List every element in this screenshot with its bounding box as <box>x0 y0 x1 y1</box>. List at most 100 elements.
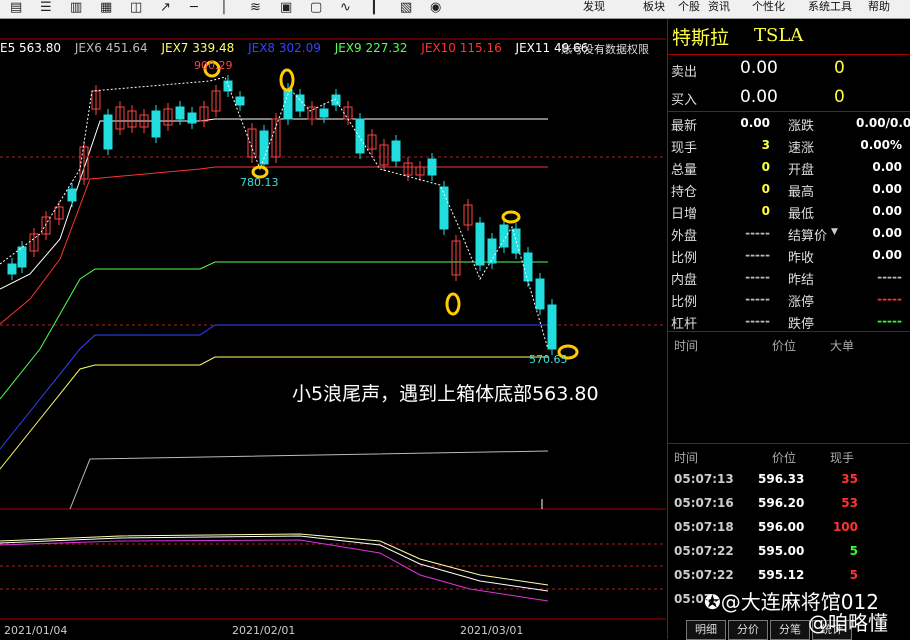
quote-right-label: 昨结 <box>788 273 815 288</box>
chart-icon[interactable]: ◫ <box>130 0 142 16</box>
menu-stock[interactable]: 个股 <box>678 0 700 14</box>
quote-right-label: 最低 <box>788 207 815 222</box>
quote-right-value: 0.00 <box>872 204 902 218</box>
weibo-icon: ✪ <box>704 590 721 614</box>
document-icon[interactable]: ▤ <box>10 0 22 16</box>
trade-price: 595.12 <box>758 568 805 582</box>
trades-head-price: 价位 <box>772 451 797 465</box>
candlestick-chart[interactable] <box>0 19 666 639</box>
tab-price-distribution[interactable]: 分价 <box>728 620 768 640</box>
buy-label: 买入 <box>671 93 698 108</box>
quote-right-label: 开盘 <box>788 163 815 178</box>
band-line-jex6 <box>69 450 549 510</box>
detail-head-time: 时间 <box>674 339 699 353</box>
zigzag-icon[interactable]: ≋ <box>250 0 261 16</box>
quote-left-value: ----- <box>745 248 770 262</box>
candle-body <box>295 94 305 112</box>
quote-right-value: 0.00 <box>872 182 902 196</box>
table-icon[interactable]: ▣ <box>280 0 292 16</box>
no-permission-notice: 账号没有数据权限 <box>561 43 649 56</box>
text-icon[interactable]: ▧ <box>400 0 412 16</box>
trade-volume: 53 <box>841 496 858 510</box>
trades-head-volume: 现手 <box>830 451 855 465</box>
bars-icon[interactable]: ┃ <box>370 0 378 16</box>
vertical-line-icon[interactable]: │ <box>220 0 228 16</box>
list-icon[interactable]: ☰ <box>40 0 52 16</box>
legend-jex7: JEX7 339.48 <box>161 41 235 55</box>
watermark-line2: @咱略懂 <box>808 611 888 635</box>
candle-body <box>427 158 437 176</box>
wave-marker <box>279 68 295 92</box>
candle-body <box>547 304 557 350</box>
quote-left-label: 日增 <box>671 207 698 222</box>
quote-left-value: ----- <box>745 226 770 240</box>
quote-right-value: ----- <box>877 270 902 284</box>
tab-detail[interactable]: 明细 <box>686 620 726 640</box>
quote-left-label: 比例 <box>671 251 698 266</box>
wave-icon[interactable]: ∿ <box>340 0 351 16</box>
chart-annotation: 小5浪尾声，遇到上箱体底部563.80 <box>292 383 599 405</box>
price-label-high: 900.29 <box>194 59 233 72</box>
menu-sector[interactable]: 板块 <box>643 0 665 14</box>
sell-label: 卖出 <box>671 65 698 80</box>
trade-time: 05:07:22 <box>674 544 734 558</box>
circle-icon[interactable]: ◉ <box>430 0 441 16</box>
quote-right-value: 0.00 <box>872 248 902 262</box>
quote-right-value: 0.00 <box>872 226 902 240</box>
candle-body <box>391 140 401 162</box>
trades-head-time: 时间 <box>674 451 699 465</box>
menu-system-tools[interactable]: 系统工具 <box>808 0 852 14</box>
quote-left-label: 现手 <box>671 141 698 156</box>
quote-right-value: ----- <box>877 314 902 328</box>
candle-body <box>439 186 449 230</box>
menu-news[interactable]: 资讯 <box>708 0 730 14</box>
candle-body <box>175 106 185 120</box>
menu-discover[interactable]: 发现 <box>583 0 605 14</box>
price-label-mid: 780.13 <box>240 176 279 189</box>
quote-left-value: ----- <box>745 292 770 306</box>
quote-left-value: 0 <box>761 204 770 218</box>
quote-right-label: 昨收 <box>788 251 815 266</box>
box-icon[interactable]: ▢ <box>310 0 322 16</box>
quote-left-label: 持仓 <box>671 185 698 200</box>
menu-personal[interactable]: 个性化 <box>752 0 785 14</box>
candle-body <box>355 118 365 154</box>
candle-body <box>235 96 245 106</box>
detail-head-price: 价位 <box>772 339 797 353</box>
candle-body <box>187 112 197 124</box>
candle-body <box>475 222 485 266</box>
trade-volume: 5 <box>849 568 858 582</box>
trade-price: 596.20 <box>758 496 805 510</box>
doc-icon[interactable]: ▥ <box>70 0 82 16</box>
menu-help[interactable]: 帮助 <box>868 0 890 14</box>
quote-panel: 特斯拉 TSLA 卖出 0.00 0 买入 0.00 0 最新 0.00 现手 3 总量… <box>667 19 910 639</box>
line-icon[interactable]: ─ <box>190 0 198 16</box>
quote-right-label: 最高 <box>788 185 815 200</box>
quote-left-value: ----- <box>745 270 770 284</box>
indicator-line-3 <box>0 539 549 602</box>
quote-right-value: ----- <box>877 292 902 306</box>
quote-left-value: 0.00 <box>740 116 770 130</box>
candle-body <box>17 246 27 268</box>
tab-tick[interactable]: 分笔 <box>770 620 810 640</box>
arrow-icon[interactable]: ↗ <box>160 0 171 16</box>
grid-icon[interactable]: ▦ <box>100 0 112 16</box>
candle-body <box>319 108 329 118</box>
candle-body <box>151 110 161 138</box>
toolbar: ▤ ☰ ▥ ▦ ◫ ↗ ─ │ ≋ ▣ ▢ ∿ ┃ ▧ ◉ 发现 板块 个股 资… <box>0 0 910 19</box>
quote-right-label: 涨停 <box>788 295 815 310</box>
chart-static-layer <box>0 38 666 620</box>
quote-right-label: 涨跌 <box>788 119 815 134</box>
quote-right-value: 0.00 <box>872 160 902 174</box>
trade-volume: 100 <box>832 520 858 534</box>
candle-body <box>67 188 77 202</box>
trade-price: 596.00 <box>758 520 805 534</box>
quote-left-label: 杠杆 <box>671 317 698 332</box>
date-label-jan: 2021/01/04 <box>4 624 68 637</box>
legend-jex6: JEX6 451.64 <box>74 41 148 55</box>
legend-jex9: JEX9 227.32 <box>334 41 408 55</box>
quote-right-value: 0.00% <box>860 138 902 152</box>
stock-code: TSLA <box>754 25 804 46</box>
quote-right-label: 跌停 <box>788 317 815 332</box>
dropdown-arrow-icon[interactable]: ▼ <box>831 227 838 237</box>
